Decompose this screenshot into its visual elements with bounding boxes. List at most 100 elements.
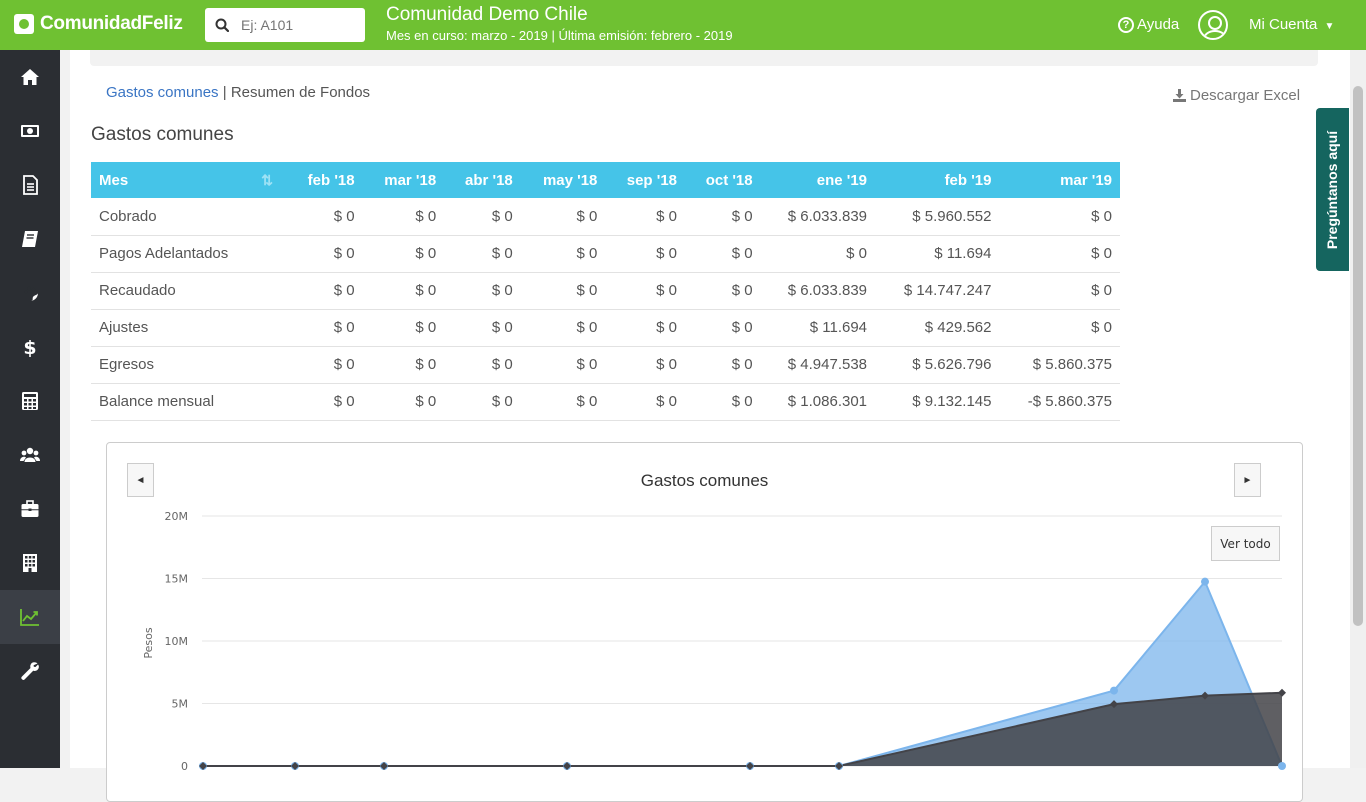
download-excel-link[interactable]: Descargar Excel [1173,87,1300,104]
caret-down-icon: ▼ [1324,21,1335,32]
column-header: feb '19 [875,162,1000,198]
sidebar-item-book[interactable] [0,212,60,266]
y-tick-label: 15M [165,573,189,586]
community-info: Comunidad Demo Chile Mes en curso: marzo… [386,4,733,43]
tab-resumen-fondos[interactable]: Resumen de Fondos [231,84,370,101]
table-cell: $ 0 [444,346,521,384]
column-header: sep '18 [605,162,686,198]
download-icon [1173,89,1186,102]
filter-strip [90,50,1318,66]
table-cell: $ 0 [362,235,445,273]
search-box[interactable] [205,8,365,42]
account-label: Mi Cuenta [1249,16,1318,33]
sidebar-item-residents[interactable] [0,428,60,482]
help-link[interactable]: ? Ayuda [1118,16,1179,33]
scrollbar[interactable] [1350,50,1366,768]
sidebar-item-reports[interactable] [0,590,60,644]
table-cell: $ 0 [685,272,761,310]
table-cell: $ 0 [999,272,1120,310]
logo[interactable]: ComunidadFeliz [14,13,183,35]
avatar[interactable] [1198,10,1228,40]
sidebar-item-home[interactable] [0,50,60,104]
sidebar-item-services[interactable] [0,482,60,536]
sidebar-item-money[interactable] [0,104,60,158]
ver-todo-button[interactable]: Ver todo [1211,526,1280,561]
tab-gastos-comunes[interactable]: Gastos comunes [106,84,219,101]
table-cell: $ 0 [605,346,686,384]
y-tick-label: 0 [181,760,188,773]
column-header: may '18 [520,162,606,198]
table-cell: $ 0 [287,383,363,421]
table-cell: $ 9.132.145 [875,383,1000,421]
table-row: Egresos $ 0 $ 0 $ 0 $ 0 $ 0 $ 0 $ 4.947.538 $ 5.… [91,346,1120,384]
table-cell: $ 0 [444,235,521,273]
row-label: Recaudado [91,272,287,310]
table-cell: $ 0 [520,309,606,347]
money-bill-icon [21,125,39,137]
question-circle-icon: ? [1118,16,1134,33]
help-label: Ayuda [1137,16,1180,33]
sidebar-item-documents[interactable] [0,158,60,212]
table-cell: $ 0 [444,309,521,347]
table-cell: $ 0 [287,309,363,347]
top-bar: ComunidadFeliz Comunidad Demo Chile Mes … [0,0,1366,50]
sidebar-item-settings[interactable] [0,644,60,698]
search-input[interactable] [241,17,351,33]
table-cell: $ 0 [685,235,761,273]
table-cell: $ 0 [362,198,445,236]
building-icon [23,554,37,572]
table-cell: $ 0 [605,272,686,310]
column-header: ene '19 [760,162,876,198]
table-cell: $ 0 [362,383,445,421]
section-title: Gastos comunes [91,124,234,145]
data-point [1110,686,1118,695]
table-cell: $ 0 [999,235,1120,273]
sidebar-item-calculator[interactable] [0,374,60,428]
wrench-icon [21,662,39,680]
document-icon [23,175,38,195]
table-cell: $ 6.033.839 [760,272,876,310]
table-cell: $ 0 [520,198,606,236]
table-header-row: Mes ⇅ feb '18 mar '18 abr '18 may '18 sep… [91,162,1120,198]
sort-icon[interactable]: ⇅ [261,172,273,189]
table-cell: $ 0 [287,272,363,310]
chart-panel: ◄ ► Gastos comunes 0 5M 10M 15M 20M Pesos Ver… [106,442,1303,802]
table-cell: $ 1.086.301 [760,383,876,421]
table-cell: $ 0 [685,383,761,421]
table-cell: $ 0 [520,235,606,273]
table-cell: $ 429.562 [875,309,1000,347]
table-cell: $ 6.033.839 [760,198,876,236]
y-tick-label: 20M [165,510,189,523]
book-icon [22,231,38,247]
sidebar-item-building[interactable] [0,536,60,590]
table-cell: $ 5.960.552 [875,198,1000,236]
chart-line-icon [20,609,39,626]
ask-us-label: Pregúntanos aquí [1324,130,1341,249]
table-row: Balance mensual $ 0 $ 0 $ 0 $ 0 $ 0 $ 0 $ 1.086… [91,383,1120,421]
palette-icon [22,285,38,301]
table-cell: $ 0 [685,346,761,384]
column-header-mes[interactable]: Mes ⇅ [91,162,287,198]
table-cell: $ 0 [685,198,761,236]
column-header: mar '19 [999,162,1120,198]
download-label: Descargar Excel [1190,87,1301,104]
sidebar-item-payments[interactable]: $ [0,320,60,374]
scroll-thumb[interactable] [1353,86,1363,626]
chart-canvas: 0 5M 10M 15M 20M Pesos [142,510,1286,773]
table-cell: $ 5.626.796 [875,346,1000,384]
table-cell: $ 0 [520,346,606,384]
users-icon [20,447,40,462]
table-cell: $ 14.747.247 [875,272,1000,310]
data-point [1278,762,1286,770]
sidebar-item-dashboard[interactable] [0,266,60,320]
expenses-table: Mes ⇅ feb '18 mar '18 abr '18 may '18 sep… [91,162,1120,421]
table-cell: -$ 5.860.375 [999,383,1120,421]
logo-text: ComunidadFeliz [40,13,183,34]
table-cell: $ 0 [520,383,606,421]
ask-us-tab[interactable]: Pregúntanos aquí [1316,108,1349,271]
data-point [1201,577,1209,586]
account-menu[interactable]: Mi Cuenta ▼ [1249,16,1334,33]
table-row: Ajustes $ 0 $ 0 $ 0 $ 0 $ 0 $ 0 $ 11.694 $ 429.5… [91,309,1120,347]
home-icon [21,69,39,85]
table-cell: $ 11.694 [760,309,876,347]
